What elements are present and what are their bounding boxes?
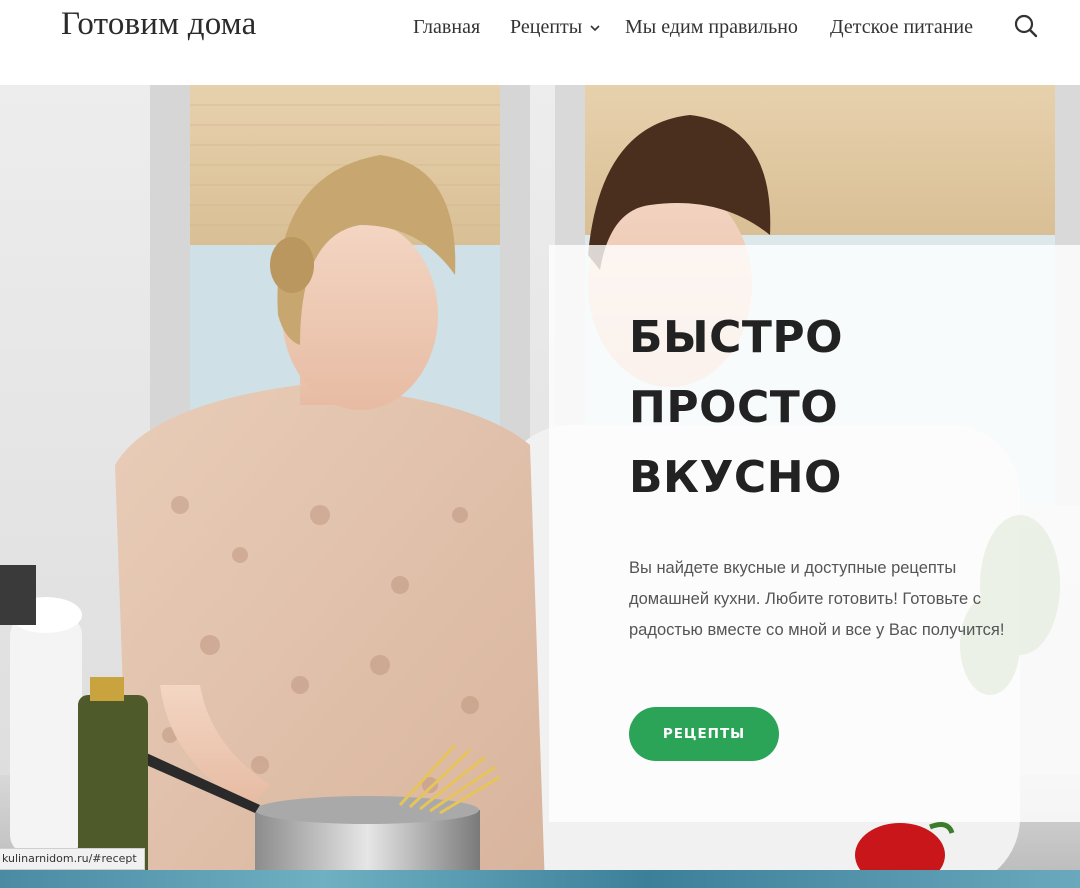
status-bar-url: kulinarnidom.ru/#recept xyxy=(0,848,145,870)
nav-item-label: Мы едим правильно xyxy=(625,16,798,38)
nav-item-healthy-eating[interactable]: Мы едим правильно xyxy=(625,14,798,40)
nav-item-label: Рецепты xyxy=(510,16,583,38)
hero-title-line: ВКУСНО xyxy=(629,452,842,503)
search-button[interactable] xyxy=(1013,13,1039,39)
chevron-down-icon xyxy=(590,13,600,39)
hero-title: БЫСТРО ПРОСТО ВКУСНО xyxy=(629,303,843,513)
hero-title-line: БЫСТРО xyxy=(629,312,844,363)
search-icon xyxy=(1014,14,1038,38)
main-nav: Главная Рецепты Мы едим правильно Детско… xyxy=(0,14,1080,40)
hero-title-line: ПРОСТО xyxy=(629,382,839,433)
hero-description: Вы найдете вкусные и доступные рецепты д… xyxy=(629,559,1005,639)
hero-section: БЫСТРО ПРОСТО ВКУСНО Вы найдете вкусные … xyxy=(0,85,1080,888)
nav-item-recipes[interactable]: Рецепты xyxy=(510,14,600,41)
hero-card: БЫСТРО ПРОСТО ВКУСНО Вы найдете вкусные … xyxy=(549,245,1080,822)
nav-item-home[interactable]: Главная xyxy=(413,14,480,40)
recipes-button[interactable]: РЕЦЕПТЫ xyxy=(629,707,779,761)
nav-item-label: Детское питание xyxy=(830,16,973,38)
site-header: Готовим дома Главная Рецепты Мы едим пра… xyxy=(0,0,1080,85)
nav-item-kids-food[interactable]: Детское питание xyxy=(830,14,973,40)
next-section-preview xyxy=(0,870,1080,888)
nav-item-label: Главная xyxy=(413,16,481,38)
